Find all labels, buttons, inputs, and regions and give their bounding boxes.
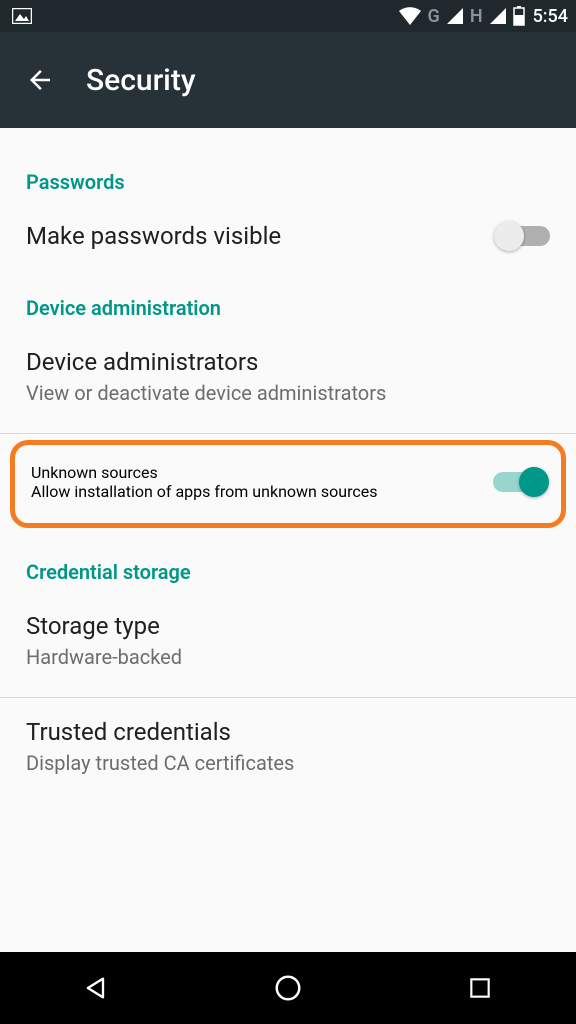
row-title: Unknown sources <box>31 463 477 482</box>
row-title: Device administrators <box>26 348 550 376</box>
row-device-administrators[interactable]: Device administrators View or deactivate… <box>0 328 576 427</box>
nav-home-button[interactable] <box>252 964 324 1012</box>
status-bar: G H 5:54 <box>0 0 576 32</box>
row-title: Trusted credentials <box>26 718 550 746</box>
row-title: Storage type <box>26 612 550 640</box>
section-passwords: Passwords <box>0 128 576 202</box>
row-subtitle: Display trusted CA certificates <box>26 750 550 777</box>
section-credential-storage: Credential storage <box>0 534 576 592</box>
signal-icon-2 <box>489 7 507 25</box>
clock: 5:54 <box>533 6 568 27</box>
network-label-2: H <box>470 6 483 27</box>
image-icon <box>8 8 32 24</box>
row-title: Make passwords visible <box>26 222 482 250</box>
settings-list: Passwords Make passwords visible Device … <box>0 128 576 797</box>
row-subtitle: Allow installation of apps from unknown … <box>31 482 477 501</box>
toggle-make-passwords-visible[interactable] <box>498 226 550 246</box>
battery-icon <box>513 6 525 26</box>
toggle-unknown-sources[interactable] <box>493 472 545 492</box>
divider <box>0 433 576 434</box>
row-unknown-sources[interactable]: Unknown sources Allow installation of ap… <box>31 463 477 501</box>
navigation-bar <box>0 952 576 1024</box>
app-bar: Security <box>0 32 576 128</box>
back-button[interactable] <box>16 65 64 95</box>
network-label-1: G <box>428 6 440 27</box>
page-title: Security <box>86 63 196 98</box>
signal-icon-1 <box>446 7 464 25</box>
row-unknown-sources-highlight: Unknown sources Allow installation of ap… <box>10 440 566 528</box>
nav-back-button[interactable] <box>60 964 132 1012</box>
row-storage-type[interactable]: Storage type Hardware-backed <box>0 592 576 691</box>
nav-recent-button[interactable] <box>444 964 516 1012</box>
row-trusted-credentials[interactable]: Trusted credentials Display trusted CA c… <box>0 698 576 797</box>
section-device-administration: Device administration <box>0 270 576 328</box>
wifi-icon <box>398 6 422 26</box>
row-subtitle: Hardware-backed <box>26 644 550 671</box>
row-make-passwords-visible[interactable]: Make passwords visible <box>0 202 576 270</box>
row-subtitle: View or deactivate device administrators <box>26 380 550 407</box>
